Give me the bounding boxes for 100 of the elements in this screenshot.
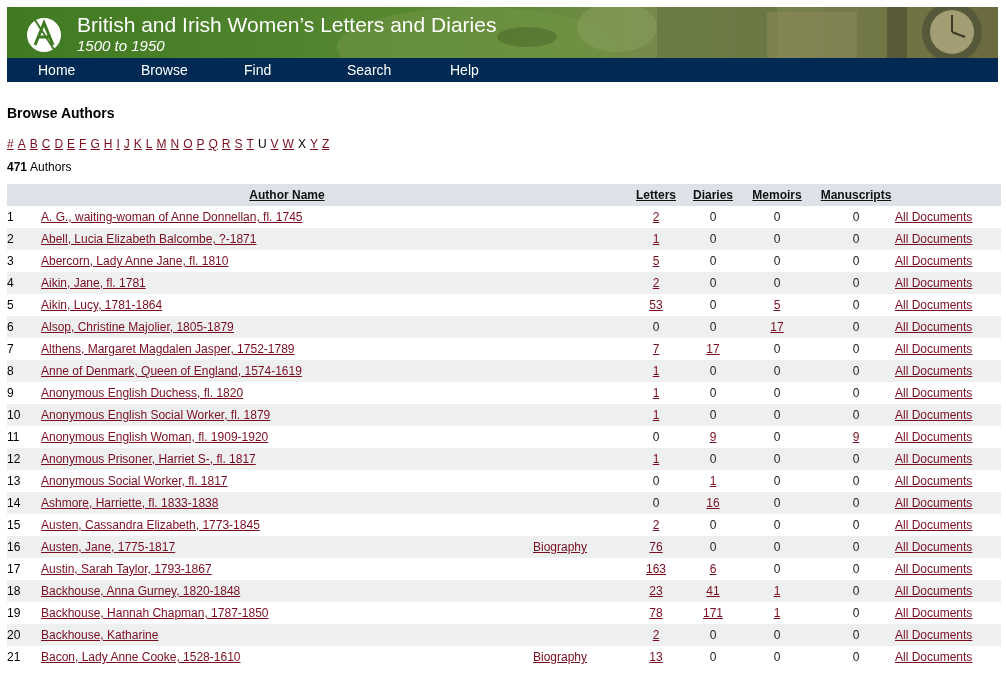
- column-header[interactable]: Manuscripts: [820, 188, 892, 202]
- count-link[interactable]: 53: [649, 298, 663, 312]
- count-link[interactable]: 1: [652, 232, 660, 246]
- all-documents-link[interactable]: All Documents: [895, 298, 973, 312]
- all-documents-link[interactable]: All Documents: [895, 364, 973, 378]
- count-link[interactable]: 1: [652, 364, 660, 378]
- letter-link[interactable]: B: [29, 137, 38, 151]
- count-link[interactable]: 2: [652, 210, 660, 224]
- letter-link[interactable]: D: [54, 137, 64, 151]
- letter-link[interactable]: O: [183, 137, 193, 151]
- all-documents-link[interactable]: All Documents: [895, 320, 973, 334]
- author-link[interactable]: Bacon, Lady Anne Cooke, 1528-1610: [41, 650, 241, 664]
- count-link[interactable]: 23: [649, 584, 663, 598]
- author-link[interactable]: Anonymous English Social Worker, fl. 1879: [41, 408, 271, 422]
- all-documents-link[interactable]: All Documents: [895, 518, 973, 532]
- all-documents-link[interactable]: All Documents: [895, 342, 973, 356]
- count-link[interactable]: 5: [773, 298, 781, 312]
- count-link[interactable]: 1: [652, 452, 660, 466]
- author-link[interactable]: Backhouse, Katharine: [41, 628, 159, 642]
- letter-link[interactable]: N: [170, 137, 180, 151]
- nav-link[interactable]: Browse: [141, 59, 244, 81]
- count-link[interactable]: 17: [770, 320, 784, 334]
- letter-link[interactable]: #: [7, 137, 14, 151]
- letter-link[interactable]: G: [90, 137, 100, 151]
- all-documents-link[interactable]: All Documents: [895, 474, 973, 488]
- author-link[interactable]: Ashmore, Harriette, fl. 1833-1838: [41, 496, 219, 510]
- letter-link[interactable]: Z: [321, 137, 330, 151]
- all-documents-link[interactable]: All Documents: [895, 562, 973, 576]
- letter-link[interactable]: A: [17, 137, 26, 151]
- count-link[interactable]: 1: [652, 408, 660, 422]
- author-link[interactable]: Anonymous English Woman, fl. 1909-1920: [41, 430, 269, 444]
- nav-link[interactable]: Search: [347, 59, 450, 81]
- author-link[interactable]: Abercorn, Lady Anne Jane, fl. 1810: [41, 254, 229, 268]
- all-documents-link[interactable]: All Documents: [895, 606, 973, 620]
- count-link[interactable]: 41: [706, 584, 720, 598]
- letter-link[interactable]: J: [123, 137, 130, 151]
- author-link[interactable]: A. G., waiting-woman of Anne Donnellan, fl. 1745: [41, 210, 303, 224]
- count-link[interactable]: 2: [652, 518, 660, 532]
- column-header[interactable]: Memoirs: [752, 188, 802, 202]
- letter-link[interactable]: E: [67, 137, 76, 151]
- count-link[interactable]: 1: [773, 606, 781, 620]
- all-documents-link[interactable]: All Documents: [895, 232, 973, 246]
- count-link[interactable]: 76: [649, 540, 663, 554]
- count-link[interactable]: 163: [646, 562, 666, 576]
- column-header[interactable]: Letters: [636, 188, 676, 202]
- all-documents-link[interactable]: All Documents: [895, 210, 973, 224]
- count-link[interactable]: 2: [652, 276, 660, 290]
- all-documents-link[interactable]: All Documents: [895, 254, 973, 268]
- count-link[interactable]: 1: [652, 386, 660, 400]
- count-link[interactable]: 13: [649, 650, 663, 664]
- nav-link[interactable]: Help: [450, 59, 553, 81]
- all-documents-link[interactable]: All Documents: [895, 452, 973, 466]
- column-header[interactable]: Diaries: [693, 188, 733, 202]
- letter-link[interactable]: R: [221, 137, 231, 151]
- letter-link[interactable]: M: [156, 137, 167, 151]
- all-documents-link[interactable]: All Documents: [895, 276, 973, 290]
- letter-link[interactable]: Y: [309, 137, 318, 151]
- letter-link[interactable]: C: [41, 137, 51, 151]
- author-link[interactable]: Anonymous Social Worker, fl. 1817: [41, 474, 228, 488]
- letter-link[interactable]: P: [196, 137, 205, 151]
- count-link[interactable]: 6: [709, 562, 717, 576]
- letter-link[interactable]: W: [282, 137, 294, 151]
- count-link[interactable]: 17: [706, 342, 720, 356]
- all-documents-link[interactable]: All Documents: [895, 650, 973, 664]
- count-link[interactable]: 78: [649, 606, 663, 620]
- author-link[interactable]: Anonymous English Duchess, fl. 1820: [41, 386, 244, 400]
- column-header[interactable]: Author Name: [249, 188, 325, 202]
- author-link[interactable]: Backhouse, Anna Gurney, 1820-1848: [41, 584, 241, 598]
- count-link[interactable]: 9: [709, 430, 717, 444]
- all-documents-link[interactable]: All Documents: [895, 540, 973, 554]
- letter-link[interactable]: T: [246, 137, 254, 151]
- author-link[interactable]: Anonymous Prisoner, Harriet S-, fl. 1817: [41, 452, 256, 466]
- count-link[interactable]: 7: [652, 342, 660, 356]
- count-link[interactable]: 2: [652, 628, 660, 642]
- all-documents-link[interactable]: All Documents: [895, 496, 973, 510]
- author-link[interactable]: Aikin, Lucy, 1781-1864: [41, 298, 163, 312]
- letter-link[interactable]: Q: [208, 137, 218, 151]
- letter-link[interactable]: V: [270, 137, 279, 151]
- biography-link[interactable]: Biography: [533, 540, 588, 554]
- author-link[interactable]: Althens, Margaret Magdalen Jasper, 1752-1789: [41, 342, 295, 356]
- count-link[interactable]: 16: [706, 496, 720, 510]
- letter-link[interactable]: H: [103, 137, 113, 151]
- count-link[interactable]: 9: [852, 430, 860, 444]
- nav-link[interactable]: Home: [38, 59, 141, 81]
- all-documents-link[interactable]: All Documents: [895, 584, 973, 598]
- all-documents-link[interactable]: All Documents: [895, 430, 973, 444]
- nav-link[interactable]: Find: [244, 59, 347, 81]
- count-link[interactable]: 1: [709, 474, 717, 488]
- letter-link[interactable]: L: [145, 137, 153, 151]
- count-link[interactable]: 1: [773, 584, 781, 598]
- biography-link[interactable]: Biography: [533, 650, 588, 664]
- author-link[interactable]: Abell, Lucia Elizabeth Balcombe, ?-1871: [41, 232, 257, 246]
- all-documents-link[interactable]: All Documents: [895, 628, 973, 642]
- author-link[interactable]: Austen, Cassandra Elizabeth, 1773-1845: [41, 518, 260, 532]
- all-documents-link[interactable]: All Documents: [895, 386, 973, 400]
- letter-link[interactable]: K: [133, 137, 142, 151]
- author-link[interactable]: Alsop, Christine Majolier, 1805-1879: [41, 320, 234, 334]
- author-link[interactable]: Aikin, Jane, fl. 1781: [41, 276, 146, 290]
- all-documents-link[interactable]: All Documents: [895, 408, 973, 422]
- author-link[interactable]: Backhouse, Hannah Chapman, 1787-1850: [41, 606, 269, 620]
